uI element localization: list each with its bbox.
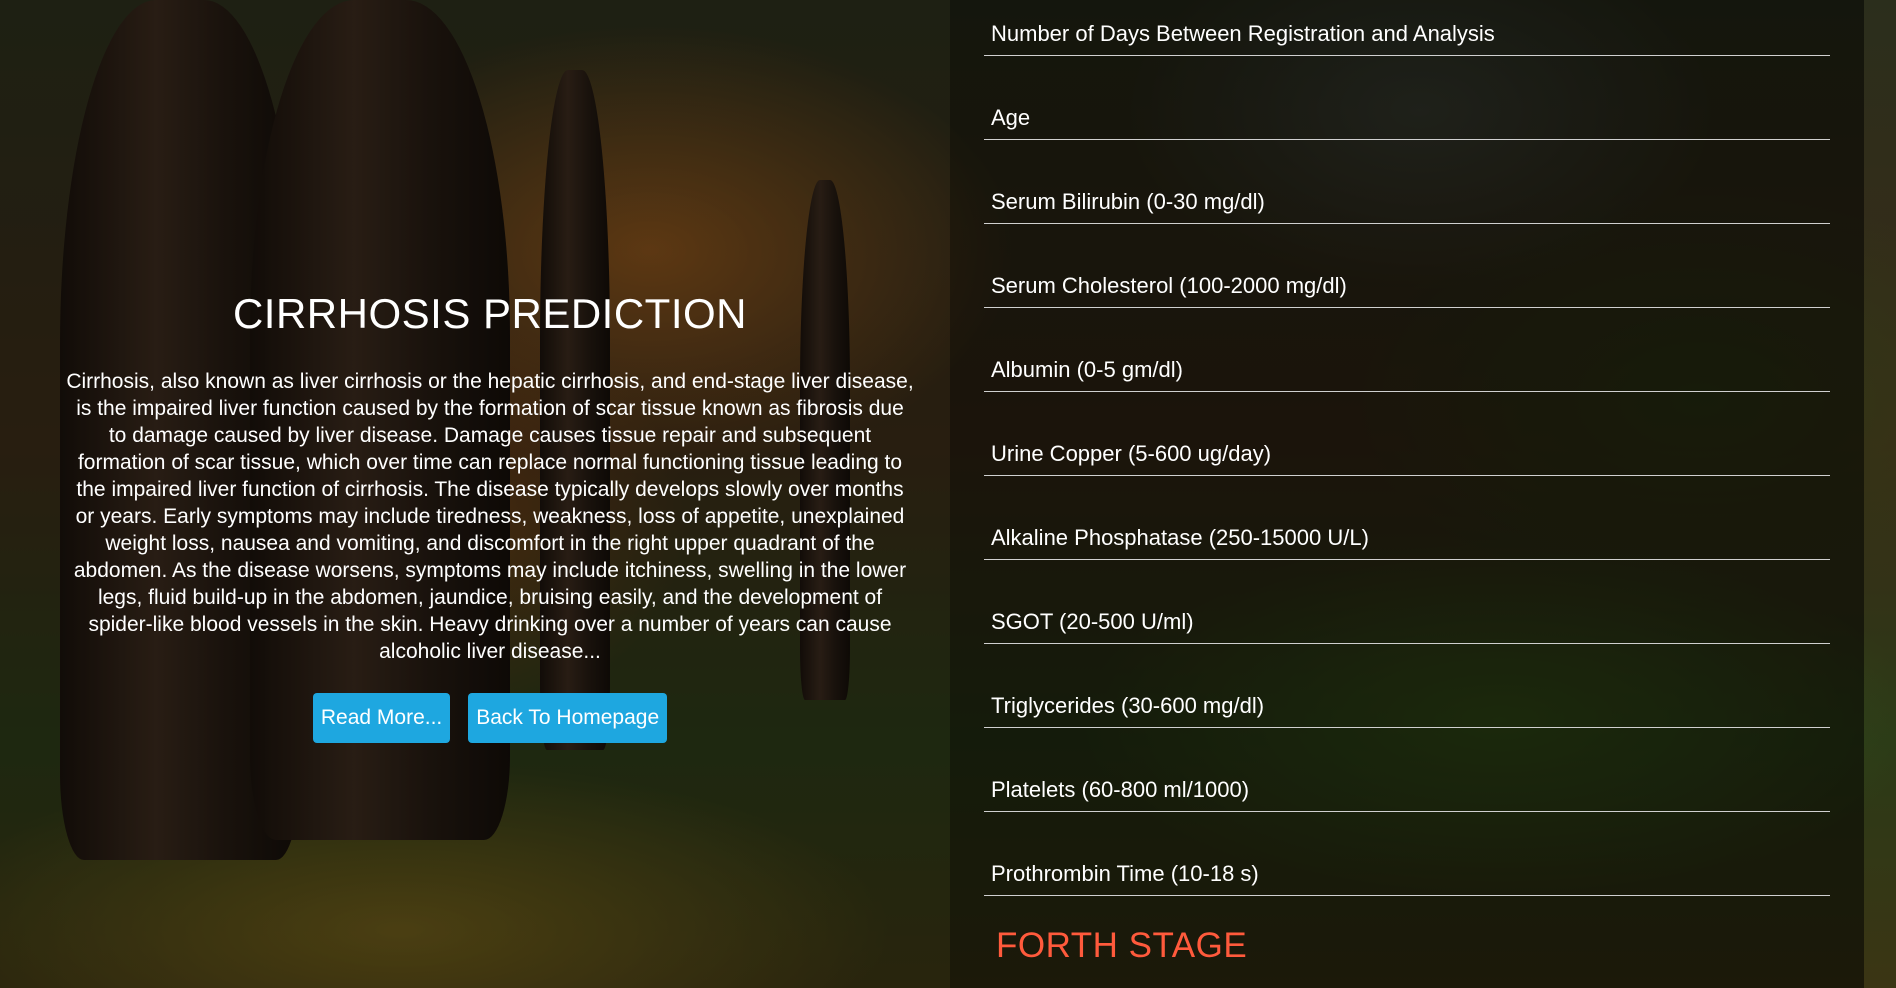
info-section: CIRRHOSIS PREDICTION Cirrhosis, also kno… — [60, 290, 920, 743]
field-alk-phos — [984, 476, 1830, 560]
field-sgot — [984, 560, 1830, 644]
field-triglycerides — [984, 644, 1830, 728]
page-title: CIRRHOSIS PREDICTION — [232, 290, 748, 337]
urine-copper-input[interactable] — [984, 441, 1830, 467]
description-text: Cirrhosis, also known as liver cirrhosis… — [66, 370, 914, 663]
albumin-input[interactable] — [984, 357, 1830, 383]
back-to-homepage-button[interactable]: Back To Homepage — [468, 693, 668, 743]
prothrombin-time-input[interactable] — [984, 861, 1830, 887]
platelets-input[interactable] — [984, 777, 1830, 803]
read-more-button[interactable]: Read More... — [312, 693, 451, 743]
field-cholesterol — [984, 224, 1830, 308]
field-copper — [984, 392, 1830, 476]
field-age — [984, 56, 1830, 140]
field-albumin — [984, 308, 1830, 392]
days-input[interactable] — [984, 21, 1830, 47]
button-row: Read More... Back To Homepage — [60, 693, 920, 743]
field-bilirubin — [984, 140, 1830, 224]
triglycerides-input[interactable] — [984, 693, 1830, 719]
sgot-input[interactable] — [984, 609, 1830, 635]
age-input[interactable] — [984, 105, 1830, 131]
prediction-result: FORTH STAGE — [996, 926, 1248, 965]
prediction-form — [984, 0, 1830, 896]
field-prothrombin — [984, 812, 1830, 896]
alkaline-phosphatase-input[interactable] — [984, 525, 1830, 551]
field-platelets — [984, 728, 1830, 812]
cholesterol-input[interactable] — [984, 273, 1830, 299]
bilirubin-input[interactable] — [984, 189, 1830, 215]
field-days — [984, 0, 1830, 56]
